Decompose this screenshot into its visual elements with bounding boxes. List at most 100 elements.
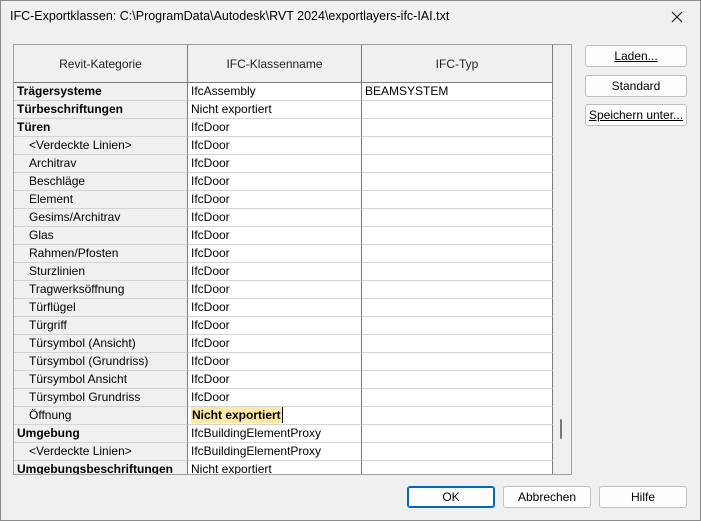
standard-button[interactable]: Standard: [585, 75, 687, 97]
ifc-class-name-cell[interactable]: IfcBuildingElementProxy: [188, 443, 362, 461]
help-button[interactable]: Hilfe: [599, 486, 687, 508]
table-row[interactable]: Umgebung IfcBuildingElementProxy: [14, 425, 553, 443]
ifc-type-cell[interactable]: [362, 173, 553, 191]
revit-category-cell: <Verdeckte Linien>: [14, 443, 188, 461]
revit-category-cell: Umgebungsbeschriftungen: [14, 461, 188, 474]
ifc-class-name-cell[interactable]: IfcDoor: [188, 335, 362, 353]
revit-category-cell: Architrav: [14, 155, 188, 173]
ifc-class-name-cell[interactable]: Nicht exportiert: [188, 461, 362, 474]
table-row[interactable]: Türsymbol (Ansicht) IfcDoor: [14, 335, 553, 353]
header-ifc-class-name[interactable]: IFC-Klassenname: [188, 45, 362, 83]
window-title: IFC-Exportklassen: C:\ProgramData\Autode…: [10, 9, 450, 23]
ifc-type-cell[interactable]: [362, 353, 553, 371]
ifc-class-name-cell[interactable]: IfcAssembly: [188, 83, 362, 101]
table-row[interactable]: <Verdeckte Linien> IfcBuildingElementProx…: [14, 443, 553, 461]
ifc-class-name-cell[interactable]: IfcDoor: [188, 173, 362, 191]
ifc-type-cell[interactable]: [362, 245, 553, 263]
revit-category-cell: Türen: [14, 119, 188, 137]
revit-category-cell: Türsymbol (Ansicht): [14, 335, 188, 353]
load-button[interactable]: Laden...: [585, 45, 687, 67]
table-row[interactable]: Türsymbol (Grundriss) IfcDoor: [14, 353, 553, 371]
ifc-class-name-cell[interactable]: IfcDoor: [188, 299, 362, 317]
revit-category-cell: Türgriff: [14, 317, 188, 335]
revit-category-cell: Türflügel: [14, 299, 188, 317]
ifc-type-cell[interactable]: [362, 263, 553, 281]
cancel-button[interactable]: Abbrechen: [503, 486, 591, 508]
revit-category-cell: Türsymbol (Grundriss): [14, 353, 188, 371]
selected-value-editor[interactable]: Nicht exportiert: [191, 407, 283, 423]
ifc-type-cell[interactable]: [362, 461, 553, 474]
header-revit-category[interactable]: Revit-Kategorie: [14, 45, 188, 83]
revit-category-cell: Trägersysteme: [14, 83, 188, 101]
revit-category-cell: Umgebung: [14, 425, 188, 443]
ifc-type-cell[interactable]: [362, 407, 553, 425]
table-row[interactable]: <Verdeckte Linien> IfcDoor: [14, 137, 553, 155]
table-row[interactable]: Architrav IfcDoor: [14, 155, 553, 173]
vertical-scrollbar[interactable]: [553, 45, 571, 474]
ifc-class-name-cell[interactable]: Nicht exportiert: [188, 407, 362, 425]
ifc-class-name-cell[interactable]: IfcDoor: [188, 371, 362, 389]
table-row[interactable]: Türsymbol Ansicht IfcDoor: [14, 371, 553, 389]
revit-category-cell: Öffnung: [14, 407, 188, 425]
table-body: Trägersysteme IfcAssembly BEAMSYSTEM Türbes…: [14, 83, 553, 474]
ifc-type-cell[interactable]: [362, 443, 553, 461]
ifc-class-name-cell[interactable]: IfcDoor: [188, 263, 362, 281]
ifc-type-cell[interactable]: [362, 227, 553, 245]
table-row[interactable]: Öffnung Nicht exportiert: [14, 407, 553, 425]
ifc-type-cell[interactable]: [362, 137, 553, 155]
revit-category-cell: Glas: [14, 227, 188, 245]
ifc-type-cell[interactable]: [362, 191, 553, 209]
header-ifc-type[interactable]: IFC-Typ: [362, 45, 553, 83]
table-row[interactable]: Umgebungsbeschriftungen Nicht exportiert: [14, 461, 553, 474]
close-button[interactable]: [654, 1, 700, 33]
ifc-class-name-cell[interactable]: IfcBuildingElementProxy: [188, 425, 362, 443]
ifc-class-name-cell[interactable]: IfcDoor: [188, 317, 362, 335]
save-as-button[interactable]: Speichern unter...: [585, 104, 687, 126]
ifc-type-cell[interactable]: BEAMSYSTEM: [362, 83, 553, 101]
revit-category-cell: Beschläge: [14, 173, 188, 191]
ifc-class-name-cell[interactable]: IfcDoor: [188, 281, 362, 299]
ifc-class-name-cell[interactable]: IfcDoor: [188, 137, 362, 155]
table-row[interactable]: Türbeschriftungen Nicht exportiert: [14, 101, 553, 119]
ifc-class-name-cell[interactable]: Nicht exportiert: [188, 101, 362, 119]
ifc-class-name-cell[interactable]: IfcDoor: [188, 227, 362, 245]
title-bar: IFC-Exportklassen: C:\ProgramData\Autode…: [1, 1, 700, 33]
ifc-type-cell[interactable]: [362, 299, 553, 317]
ifc-type-cell[interactable]: [362, 119, 553, 137]
ifc-type-cell[interactable]: [362, 101, 553, 119]
table-row[interactable]: Türen IfcDoor: [14, 119, 553, 137]
table-row[interactable]: Türsymbol Grundriss IfcDoor: [14, 389, 553, 407]
ifc-class-name-cell[interactable]: IfcDoor: [188, 389, 362, 407]
ifc-class-name-cell[interactable]: IfcDoor: [188, 353, 362, 371]
revit-category-cell: Sturzlinien: [14, 263, 188, 281]
table-row[interactable]: Türgriff IfcDoor: [14, 317, 553, 335]
table-row[interactable]: Beschläge IfcDoor: [14, 173, 553, 191]
ok-button[interactable]: OK: [407, 486, 495, 508]
ifc-class-name-cell[interactable]: IfcDoor: [188, 209, 362, 227]
ifc-type-cell[interactable]: [362, 425, 553, 443]
ifc-type-cell[interactable]: [362, 335, 553, 353]
ifc-class-name-cell[interactable]: IfcDoor: [188, 119, 362, 137]
ifc-class-name-cell[interactable]: IfcDoor: [188, 191, 362, 209]
revit-category-cell: Tragwerksöffnung: [14, 281, 188, 299]
ifc-class-name-cell[interactable]: IfcDoor: [188, 155, 362, 173]
table-row[interactable]: Tragwerksöffnung IfcDoor: [14, 281, 553, 299]
ifc-type-cell[interactable]: [362, 371, 553, 389]
ifc-type-cell[interactable]: [362, 209, 553, 227]
ifc-class-name-cell[interactable]: IfcDoor: [188, 245, 362, 263]
table-row[interactable]: Sturzlinien IfcDoor: [14, 263, 553, 281]
table-row[interactable]: Gesims/Architrav IfcDoor: [14, 209, 553, 227]
close-icon: [671, 11, 683, 23]
scrollbar-thumb[interactable]: [560, 419, 562, 439]
ifc-export-classes-dialog: IFC-Exportklassen: C:\ProgramData\Autode…: [0, 0, 701, 521]
ifc-type-cell[interactable]: [362, 155, 553, 173]
table-row[interactable]: Rahmen/Pfosten IfcDoor: [14, 245, 553, 263]
table-row[interactable]: Trägersysteme IfcAssembly BEAMSYSTEM: [14, 83, 553, 101]
table-row[interactable]: Türflügel IfcDoor: [14, 299, 553, 317]
table-row[interactable]: Glas IfcDoor: [14, 227, 553, 245]
table-row[interactable]: Element IfcDoor: [14, 191, 553, 209]
ifc-type-cell[interactable]: [362, 317, 553, 335]
revit-category-cell: Element: [14, 191, 188, 209]
ifc-type-cell[interactable]: [362, 281, 553, 299]
ifc-type-cell[interactable]: [362, 389, 553, 407]
